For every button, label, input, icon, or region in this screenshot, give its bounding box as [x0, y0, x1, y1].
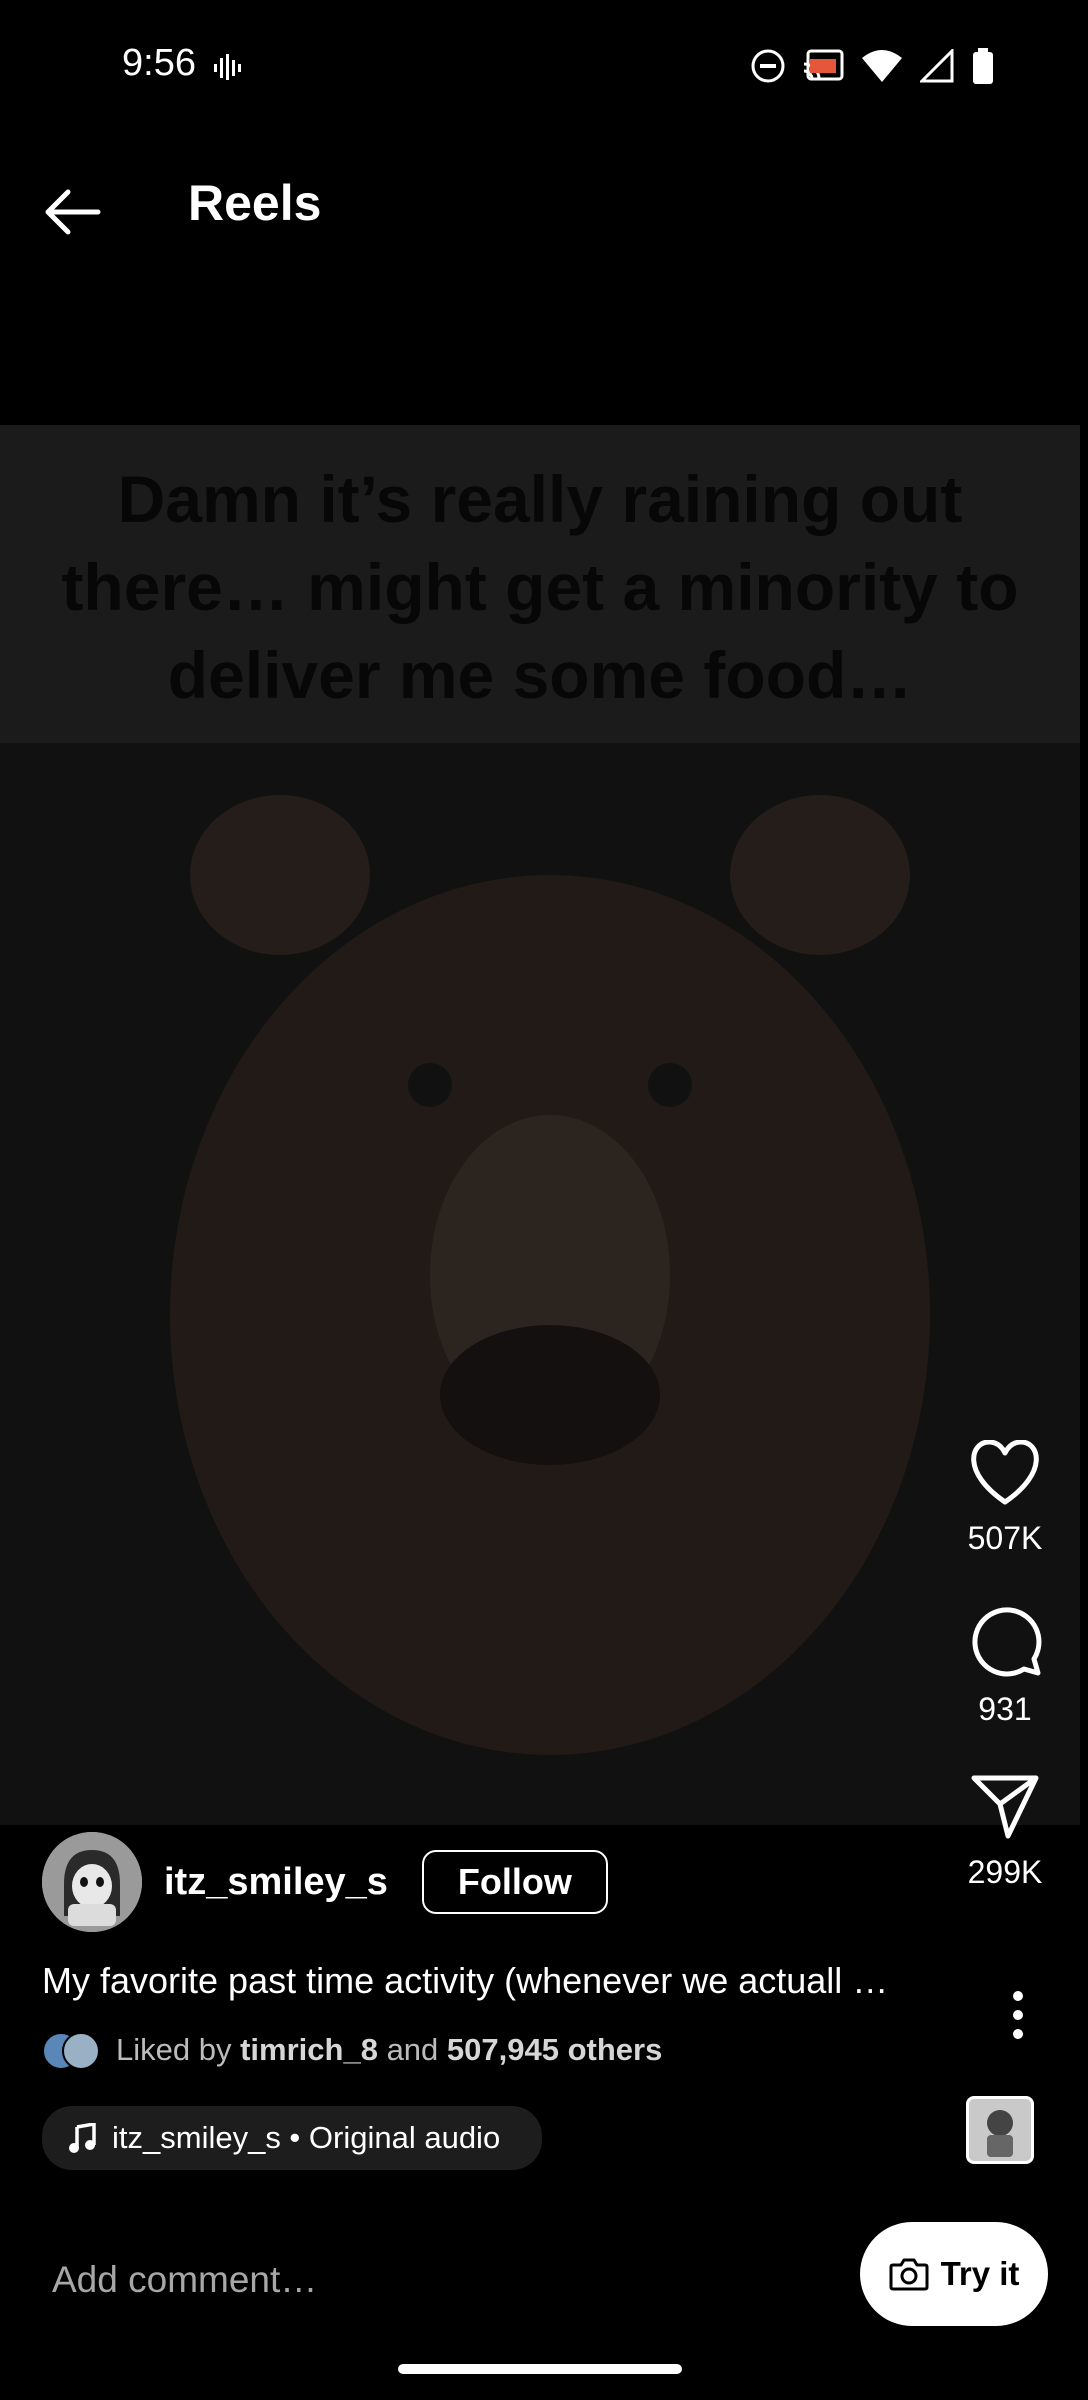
comment-count: 931: [978, 1691, 1032, 1727]
cell-signal-icon: [920, 49, 954, 83]
liked-by-user[interactable]: timrich_8: [240, 2032, 378, 2068]
cast-icon: [804, 49, 844, 81]
video-caption-text: Damn it’s really raining out there… migh…: [61, 462, 1019, 712]
wifi-icon: [862, 50, 902, 82]
follow-button[interactable]: Follow: [421, 1850, 608, 1914]
more-options-icon[interactable]: [1003, 1990, 1033, 2040]
share-action[interactable]: 299K: [950, 1774, 1060, 1891]
voice-activity-icon: [214, 54, 241, 80]
author-row: itz_smiley_s Follow: [42, 1830, 608, 1934]
audio-avatar-icon: [987, 2110, 1013, 2157]
audio-label: itz_smiley_s • Original audio: [112, 2120, 501, 2155]
reel-video[interactable]: Damn it’s really raining out there… migh…: [0, 425, 1080, 1825]
audio-pill[interactable]: itz_smiley_s • Original audio: [42, 2106, 543, 2170]
author-username[interactable]: itz_smiley_s: [164, 1861, 388, 1904]
page-title: Reels: [188, 175, 322, 231]
do-not-disturb-icon: [751, 49, 785, 83]
heart-icon[interactable]: [967, 1440, 1043, 1506]
like-count: 507K: [967, 1520, 1043, 1556]
like-action[interactable]: 507K: [950, 1440, 1060, 1557]
bear-image: [170, 795, 930, 1755]
post-caption[interactable]: My favorite past time activity (whenever…: [42, 1960, 922, 2002]
liker-avatar: [62, 2032, 100, 2070]
send-icon[interactable]: [970, 1774, 1040, 1840]
comment-bubble-icon[interactable]: [968, 1603, 1042, 1677]
liked-by-and: and: [386, 2032, 439, 2067]
try-it-button[interactable]: Try it: [860, 2222, 1048, 2326]
status-icons: [750, 48, 994, 84]
music-note-icon: [69, 2123, 96, 2153]
try-it-label: Try it: [940, 2255, 1020, 2292]
action-rail: 507K 931 299K: [950, 1440, 1060, 1937]
header: Reels: [0, 140, 1088, 270]
camera-icon: [889, 2258, 929, 2291]
back-arrow-icon[interactable]: [40, 180, 104, 244]
status-bar: 9:56: [0, 0, 1088, 130]
comment-action[interactable]: 931: [950, 1603, 1060, 1728]
liker-avatars: [42, 2032, 100, 2070]
video-text-banner: Damn it’s really raining out there… migh…: [0, 425, 1080, 743]
comment-input[interactable]: [50, 2252, 814, 2308]
battery-icon: [973, 48, 993, 84]
avatar-image: [42, 1832, 142, 1932]
liked-by-row[interactable]: Liked by timrich_8 and 507,945 others: [42, 2032, 662, 2070]
liked-by-prefix: Liked by: [116, 2032, 232, 2067]
home-indicator[interactable]: [398, 2364, 682, 2374]
status-time: 9:56: [122, 42, 196, 84]
audio-thumbnail[interactable]: [966, 2096, 1034, 2164]
share-count: 299K: [967, 1854, 1043, 1890]
avatar[interactable]: [42, 1832, 142, 1932]
liked-by-others[interactable]: 507,945 others: [447, 2032, 662, 2068]
